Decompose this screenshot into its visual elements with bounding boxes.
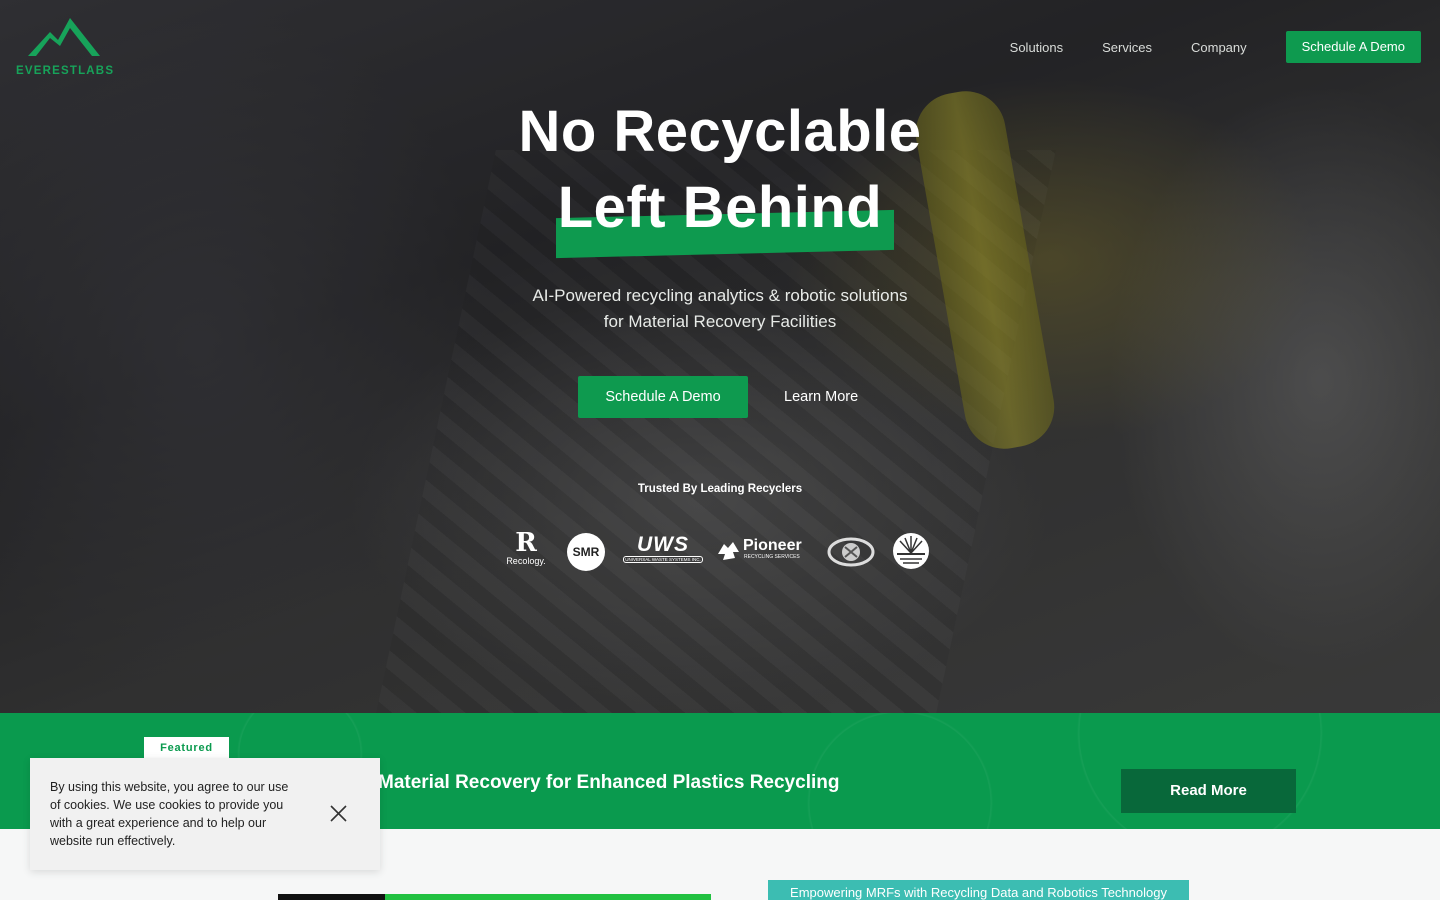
brand-name: EVERESTLABS <box>16 65 115 77</box>
pioneer-logo: Pioneer RECYCLING SERVICES <box>715 538 815 560</box>
client-logos: R Recology. SMR UWS UNIVERSAL WASTE SYST… <box>502 530 932 572</box>
recology-name: Recology. <box>506 556 546 566</box>
read-more-button[interactable]: Read More <box>1121 769 1296 813</box>
uws-mark: UWS <box>637 533 689 556</box>
seal-logo-icon <box>827 535 875 574</box>
video-thumbnail-green-frame <box>385 894 711 900</box>
nav-solutions[interactable]: Solutions <box>1010 40 1063 55</box>
section-tag: Empowering MRFs with Recycling Data and … <box>768 880 1189 900</box>
pioneer-recycle-icon <box>718 542 739 560</box>
hero-schedule-demo-button[interactable]: Schedule A Demo <box>578 376 748 418</box>
featured-title: Material Recovery for Enhanced Plastics … <box>378 772 840 793</box>
uws-name: UNIVERSAL WASTE SYSTEMS INC. <box>623 556 703 563</box>
nav-services[interactable]: Services <box>1102 40 1152 55</box>
close-icon[interactable] <box>330 805 347 827</box>
nav-schedule-demo-button[interactable]: Schedule A Demo <box>1285 31 1421 63</box>
cookie-text: By using this website, you agree to our … <box>50 780 289 848</box>
cookie-banner: By using this website, you agree to our … <box>30 758 380 870</box>
main-nav: Solutions Services Company Schedule A De… <box>1010 31 1421 63</box>
hero-learn-more-link[interactable]: Learn More <box>784 376 858 418</box>
uws-logo: UWS UNIVERSAL WASTE SYSTEMS INC. <box>623 533 703 563</box>
hero-headline-line1: No Recyclable <box>518 99 922 164</box>
trusted-label: Trusted By Leading Recyclers <box>637 483 803 495</box>
recology-mark: R <box>515 528 537 558</box>
hero-subtitle: AI-Powered recycling analytics & robotic… <box>0 283 1440 335</box>
smr-logo: SMR <box>567 533 605 571</box>
brand-logo[interactable]: EVERESTLABS <box>16 16 126 80</box>
hero-headline-line2: Left Behind <box>557 175 883 240</box>
sunburst-logo-icon <box>892 532 930 575</box>
video-thumbnail[interactable] <box>278 894 711 900</box>
mountain-logo-icon <box>28 18 100 56</box>
hero-subtitle-line2: for Material Recovery Facilities <box>603 312 837 331</box>
hero-subtitle-line1: AI-Powered recycling analytics & robotic… <box>532 286 908 305</box>
recology-logo: R Recology. <box>502 530 550 566</box>
nav-company[interactable]: Company <box>1191 40 1247 55</box>
featured-badge: Featured <box>144 737 229 759</box>
